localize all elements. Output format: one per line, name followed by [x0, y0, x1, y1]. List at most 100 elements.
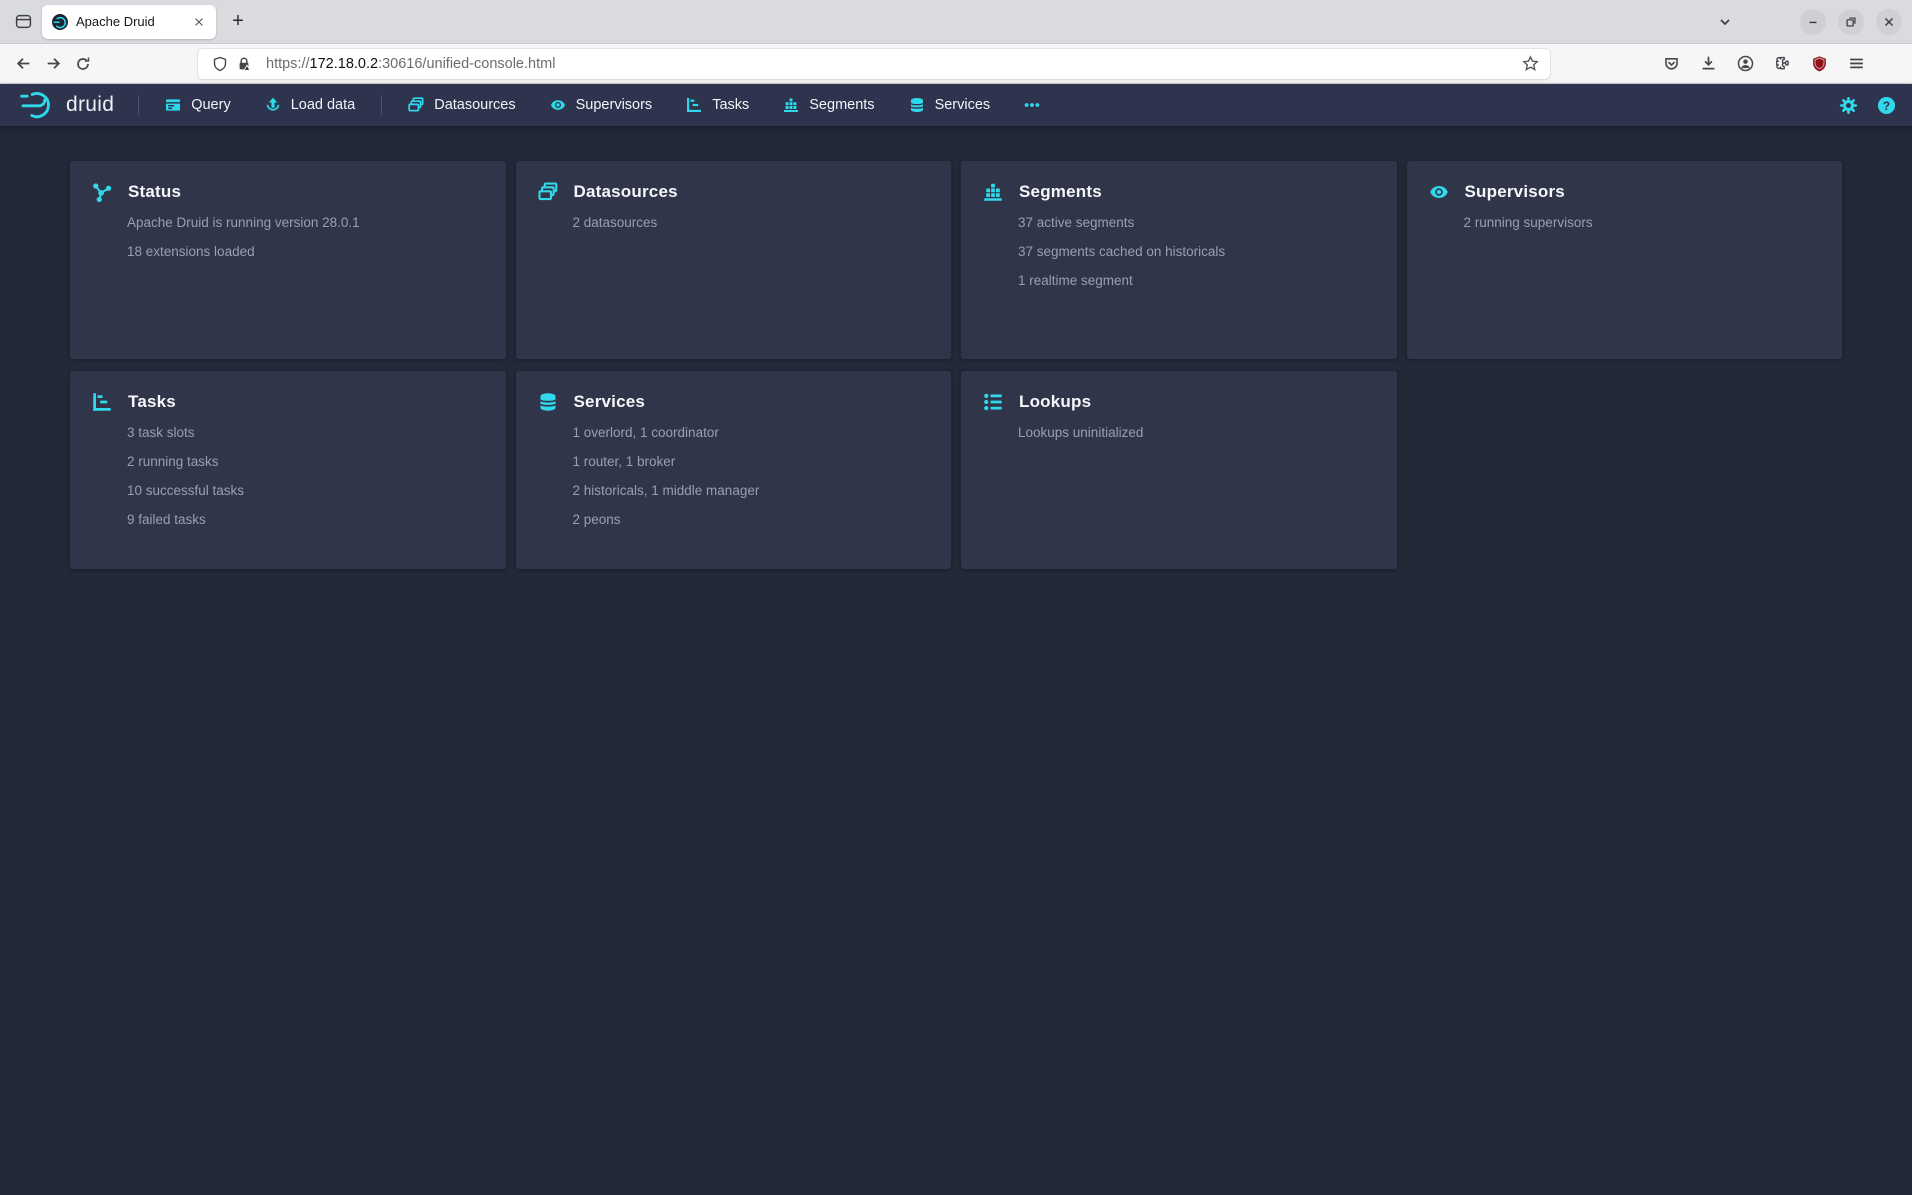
card-title: Services	[574, 392, 646, 412]
toolbar-extension-icons	[1656, 49, 1871, 79]
application-icon	[165, 97, 181, 113]
supervisors-card[interactable]: Supervisors 2 running supervisors	[1407, 161, 1843, 359]
druid-logo-icon	[20, 88, 57, 122]
browser-toolbar: https://172.18.0.2:30616/unified-console…	[0, 44, 1912, 84]
lookups-card[interactable]: Lookups Lookups uninitialized	[961, 371, 1397, 569]
status-card[interactable]: Status Apache Druid is running version 2…	[70, 161, 506, 359]
nav-label-datasources: Datasources	[434, 97, 515, 113]
card-title: Segments	[1019, 182, 1102, 202]
datasources-card[interactable]: Datasources 2 datasources	[516, 161, 952, 359]
timeline-bar-chart-icon	[783, 97, 799, 113]
brand-name: druid	[66, 93, 114, 117]
downloads-icon[interactable]	[1693, 49, 1723, 79]
url-host: 172.18.0.2	[310, 56, 379, 72]
url-bar[interactable]: https://172.18.0.2:30616/unified-console…	[198, 49, 1550, 79]
nav-label-services: Services	[935, 97, 991, 113]
menu-hamburger-icon[interactable]	[1841, 49, 1871, 79]
url-protocol: https://	[266, 56, 310, 72]
more-dots-icon	[1024, 97, 1040, 113]
account-icon[interactable]	[1730, 49, 1760, 79]
graph-icon	[92, 182, 112, 202]
browser-tabstrip: Apache Druid +	[0, 0, 1912, 44]
segments-card[interactable]: Segments 37 active segments 37 segments …	[961, 161, 1397, 359]
multi-select-icon	[408, 97, 424, 113]
nav-label-query: Query	[191, 97, 231, 113]
nav-item-tasks[interactable]: Tasks	[684, 93, 751, 117]
list-tabs-chevron-icon[interactable]	[1710, 7, 1740, 37]
database-icon	[538, 392, 558, 412]
forward-icon[interactable]	[38, 49, 68, 79]
back-icon[interactable]	[8, 49, 38, 79]
window-controls	[1788, 9, 1902, 35]
services-card[interactable]: Services 1 overlord, 1 coordinator 1 rou…	[516, 371, 952, 569]
tracking-protection-shield-icon[interactable]	[208, 52, 232, 76]
url-path: :30616/unified-console.html	[378, 56, 555, 72]
nav-label-supervisors: Supervisors	[576, 97, 653, 113]
segments-line: 1 realtime segment	[1018, 273, 1373, 289]
window-minimize-button[interactable]	[1800, 9, 1826, 35]
nav-label-load-data: Load data	[291, 97, 356, 113]
druid-favicon-icon	[52, 14, 68, 30]
card-title: Datasources	[574, 182, 678, 202]
tasks-line: 10 successful tasks	[127, 483, 482, 499]
services-line: 2 peons	[573, 512, 928, 528]
services-line: 1 router, 1 broker	[573, 454, 928, 470]
nav-label-tasks: Tasks	[712, 97, 749, 113]
pocket-icon[interactable]	[1656, 49, 1686, 79]
gantt-chart-icon	[686, 97, 702, 113]
tasks-line: 2 running tasks	[127, 454, 482, 470]
timeline-bar-chart-icon	[983, 182, 1003, 202]
eye-icon	[550, 97, 566, 113]
segments-line: 37 segments cached on historicals	[1018, 244, 1373, 260]
home-view: Status Apache Druid is running version 2…	[0, 126, 1912, 569]
tab-title: Apache Druid	[76, 14, 188, 29]
bookmark-star-icon[interactable]	[1518, 52, 1542, 76]
card-title: Status	[128, 182, 181, 202]
eye-icon	[1429, 182, 1449, 202]
nav-item-datasources[interactable]: Datasources	[406, 93, 517, 117]
properties-list-icon	[983, 392, 1003, 412]
card-title: Tasks	[128, 392, 176, 412]
lookups-line: Lookups uninitialized	[1018, 425, 1373, 441]
new-tab-button[interactable]: +	[222, 6, 254, 38]
ublock-origin-icon[interactable]	[1804, 49, 1834, 79]
nav-item-supervisors[interactable]: Supervisors	[548, 93, 655, 117]
nav-divider	[138, 95, 139, 115]
services-line: 2 historicals, 1 middle manager	[573, 483, 928, 499]
nav-item-query[interactable]: Query	[163, 93, 233, 117]
druid-navbar: druid Query Load data	[0, 84, 1912, 126]
upload-icon	[265, 97, 281, 113]
window-close-button[interactable]	[1876, 9, 1902, 35]
tab-close-icon[interactable]	[188, 11, 210, 33]
multi-select-icon	[538, 182, 558, 202]
extensions-puzzle-icon[interactable]	[1767, 49, 1797, 79]
firefox-view-icon[interactable]	[8, 7, 38, 37]
status-line: Apache Druid is running version 28.0.1	[127, 215, 482, 231]
supervisors-line: 2 running supervisors	[1464, 215, 1819, 231]
nav-item-segments[interactable]: Segments	[781, 93, 876, 117]
tasks-line: 9 failed tasks	[127, 512, 482, 528]
nav-right-group: ?	[1834, 91, 1900, 119]
tasks-card[interactable]: Tasks 3 task slots 2 running tasks 10 su…	[70, 371, 506, 569]
gantt-chart-icon	[92, 392, 112, 412]
nav-divider	[381, 95, 382, 115]
window-restore-button[interactable]	[1838, 9, 1864, 35]
status-line: 18 extensions loaded	[127, 244, 482, 260]
nav-label-segments: Segments	[809, 97, 874, 113]
connection-lock-warning-icon[interactable]	[232, 52, 256, 76]
reload-icon[interactable]	[68, 49, 98, 79]
browser-tab-apache-druid[interactable]: Apache Druid	[42, 5, 216, 39]
settings-gear-icon[interactable]	[1834, 91, 1862, 119]
nav-item-services[interactable]: Services	[907, 93, 993, 117]
segments-line: 37 active segments	[1018, 215, 1373, 231]
datasources-line: 2 datasources	[573, 215, 928, 231]
nav-more-button[interactable]	[1022, 93, 1042, 117]
help-icon[interactable]: ?	[1872, 91, 1900, 119]
card-title: Lookups	[1019, 392, 1091, 412]
svg-text:?: ?	[1882, 98, 1889, 112]
druid-logo[interactable]: druid	[20, 88, 114, 122]
card-title: Supervisors	[1465, 182, 1565, 202]
nav-item-load-data[interactable]: Load data	[263, 93, 358, 117]
database-icon	[909, 97, 925, 113]
services-line: 1 overlord, 1 coordinator	[573, 425, 928, 441]
